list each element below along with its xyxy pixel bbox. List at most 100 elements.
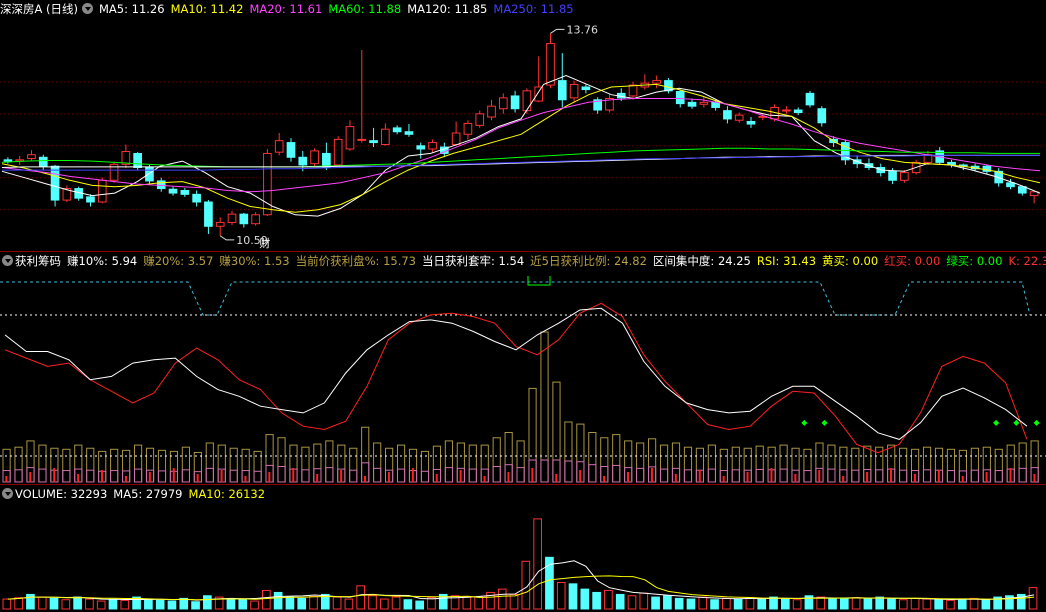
profit-bar-15 (181, 446, 190, 483)
red-volume-tick-24 (292, 468, 295, 482)
candle-body-14 (168, 188, 178, 194)
profit-bar-9 (110, 448, 119, 483)
red-volume-tick-30 (364, 476, 367, 482)
volume-bar-71 (839, 598, 849, 610)
profit-bar-30 (361, 426, 370, 483)
profit-bar-lower-79 (946, 470, 956, 483)
volume-bar-23 (273, 591, 283, 610)
volume-bar-76 (898, 599, 908, 610)
volume-bar-81 (957, 598, 967, 610)
red-volume-tick-26 (316, 474, 319, 482)
candle-body-24 (286, 142, 296, 158)
high-label: 13.76 (566, 23, 598, 36)
volume-bar-56 (663, 595, 672, 610)
profit-bar-63 (755, 445, 764, 483)
profit-bar-50 (600, 437, 609, 483)
volume-bar-32 (379, 598, 389, 610)
profit-bar-67 (803, 448, 812, 483)
candle-body-57 (675, 90, 685, 105)
profit-bar-lower-19 (229, 469, 238, 483)
candle-body-18 (215, 221, 225, 227)
red-volume-tick-44 (531, 468, 534, 482)
volume-bar-3 (37, 596, 47, 610)
volume-bar-28 (332, 596, 342, 610)
red-volume-tick-42 (507, 472, 510, 482)
red-volume-tick-48 (579, 470, 582, 482)
ma-line-ma10 (1, 83, 1041, 213)
profit-bar-77 (922, 446, 932, 483)
profit-bar-lower-65 (779, 468, 788, 483)
candle-body-62 (734, 114, 744, 121)
profit-bar-37 (444, 440, 453, 483)
candle-body-61 (723, 110, 732, 120)
red-volume-tick-70 (842, 476, 845, 482)
volume-bar-83 (981, 599, 991, 610)
candle-body-42 (498, 97, 508, 110)
candle-body-45 (534, 86, 544, 102)
profit-bar-71 (851, 447, 860, 483)
profit-bar-43 (516, 440, 525, 483)
red-volume-tick-12 (148, 472, 151, 482)
buy-signal-dot-1 (821, 419, 828, 426)
profit-bar-35 (420, 450, 430, 483)
red-volume-tick-74 (889, 468, 892, 482)
volume-bar-10 (120, 599, 130, 610)
volume-bar-50 (592, 591, 601, 610)
candle-body-53 (628, 84, 638, 97)
candle-body-41 (487, 105, 496, 118)
candle-body-44 (522, 90, 532, 112)
red-volume-tick-10 (124, 476, 127, 482)
candle-body-26 (310, 150, 319, 165)
profit-bar-55 (659, 444, 669, 483)
indicator-step-line (0, 281, 1031, 316)
profit-bar-46 (552, 381, 561, 483)
volume-bar-72 (851, 597, 861, 610)
profit-bar-31 (373, 442, 382, 483)
profit-bar-3 (38, 444, 47, 483)
red-volume-tick-54 (650, 468, 653, 482)
red-volume-tick-68 (818, 470, 821, 482)
profit-bar-lower-9 (110, 470, 119, 483)
profit-bar-lower-85 (1018, 467, 1027, 483)
red-volume-tick-56 (674, 474, 677, 482)
volume-bar-1 (14, 597, 23, 610)
volume-bar-73 (863, 597, 873, 610)
candle-body-76 (900, 172, 909, 181)
buy-signal-dot-2 (993, 419, 1000, 426)
candle-body-4 (50, 165, 60, 201)
buy-signal-dot-4 (1033, 419, 1040, 426)
candle-body-38 (451, 132, 461, 145)
volume-bar-64 (757, 597, 767, 610)
red-volume-tick-40 (483, 476, 486, 482)
candle-body-46 (546, 43, 555, 86)
profit-bar-lower-43 (516, 467, 525, 483)
red-volume-tick-20 (244, 476, 247, 482)
volume-bar-30 (356, 585, 366, 610)
red-volume-tick-22 (268, 472, 271, 482)
profit-bar-57 (683, 446, 693, 483)
profit-bar-lower-73 (875, 469, 884, 483)
profit-bar-lower-1 (14, 469, 23, 483)
volume-bar-57 (674, 597, 684, 610)
red-volume-tick-38 (459, 470, 462, 482)
profit-bar-lower-75 (899, 469, 908, 483)
volume-ma-line-ma10 (7, 575, 1035, 601)
red-volume-tick-46 (555, 474, 558, 482)
candle-body-35 (416, 145, 426, 150)
profit-bar-lower-7 (86, 469, 95, 483)
red-volume-tick-16 (196, 474, 199, 482)
volume-bar-4 (49, 597, 59, 610)
candle-body-48 (569, 83, 579, 99)
red-volume-tick-76 (913, 474, 916, 482)
red-volume-tick-66 (794, 474, 797, 482)
volume-bar-58 (686, 598, 696, 610)
volume-bar-67 (792, 599, 802, 610)
volume-bar-26 (309, 595, 318, 610)
volume-bar-12 (144, 598, 153, 610)
profit-bar-19 (229, 447, 238, 483)
volume-bar-7 (85, 598, 94, 610)
profit-bar-49 (588, 432, 597, 483)
candle-body-36 (428, 142, 437, 150)
chart-canvas[interactable]: 13.7610.59财 (0, 0, 1046, 612)
profit-bar-1 (14, 446, 23, 483)
